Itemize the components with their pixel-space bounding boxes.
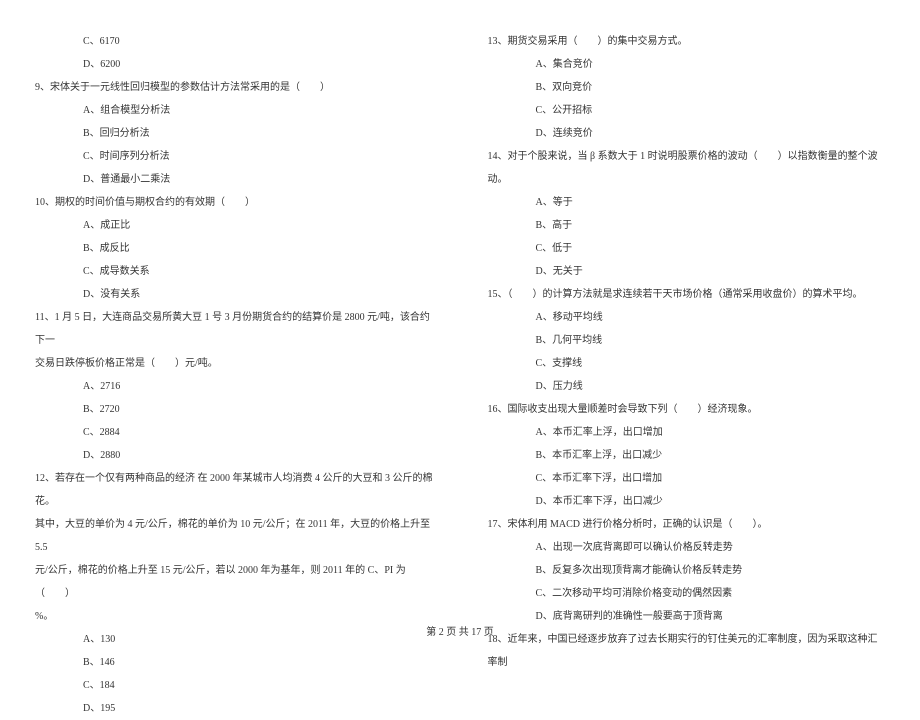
question-9: 9、宋体关于一元线性回归模型的参数估计方法常采用的是（ ） [35,76,433,99]
question-12: 12、若存在一个仅有两种商品的经济 在 2000 年某城市人均消费 4 公斤的大… [35,467,433,513]
q14-option-a: A、等于 [488,191,886,214]
q11-option-a: A、2716 [35,375,433,398]
q11-option-b: B、2720 [35,398,433,421]
q13-option-d: D、连续竞价 [488,122,886,145]
q12-option-d: D、195 [35,697,433,720]
question-14: 14、对于个股来说，当 β 系数大于 1 时说明股票价格的波动（ ）以指数衡量的… [488,145,886,191]
q10-option-c: C、成导数关系 [35,260,433,283]
q8-option-d: D、6200 [35,53,433,76]
q16-option-d: D、本币汇率下浮，出口减少 [488,490,886,513]
q9-option-c: C、时间序列分析法 [35,145,433,168]
q11-option-d: D、2880 [35,444,433,467]
q15-option-b: B、几何平均线 [488,329,886,352]
q16-option-b: B、本币汇率上浮，出口减少 [488,444,886,467]
q13-option-a: A、集合竞价 [488,53,886,76]
question-10: 10、期权的时间价值与期权合约的有效期（ ） [35,191,433,214]
question-15: 15、（ ）的计算方法就是求连续若干天市场价格（通常采用收盘价）的算术平均。 [488,283,886,306]
q15-option-c: C、支撑线 [488,352,886,375]
question-13: 13、期货交易采用（ ）的集中交易方式。 [488,30,886,53]
q17-option-a: A、出现一次底背离即可以确认价格反转走势 [488,536,886,559]
left-column: C、6170 D、6200 9、宋体关于一元线性回归模型的参数估计方法常采用的是… [35,30,433,610]
q16-option-a: A、本币汇率上浮，出口增加 [488,421,886,444]
q10-option-a: A、成正比 [35,214,433,237]
question-17: 17、宋体利用 MACD 进行价格分析时，正确的认识是（ ）。 [488,513,886,536]
q11-option-c: C、2884 [35,421,433,444]
q12-option-c: C、184 [35,674,433,697]
q15-option-a: A、移动平均线 [488,306,886,329]
question-12-cont2: 元/公斤，棉花的价格上升至 15 元/公斤，若以 2000 年为基年，则 201… [35,559,433,605]
right-column: 13、期货交易采用（ ）的集中交易方式。 A、集合竞价 B、双向竞价 C、公开招… [488,30,886,610]
q17-option-b: B、反复多次出现顶背离才能确认价格反转走势 [488,559,886,582]
q8-option-c: C、6170 [35,30,433,53]
q10-option-b: B、成反比 [35,237,433,260]
q14-option-b: B、高于 [488,214,886,237]
question-11: 11、1 月 5 日，大连商品交易所黄大豆 1 号 3 月份期货合约的结算价是 … [35,306,433,352]
q13-option-b: B、双向竞价 [488,76,886,99]
q17-option-c: C、二次移动平均可消除价格变动的偶然因素 [488,582,886,605]
question-16: 16、国际收支出现大量顺差时会导致下列（ ）经济现象。 [488,398,886,421]
q15-option-d: D、压力线 [488,375,886,398]
q12-option-b: B、146 [35,651,433,674]
q14-option-c: C、低于 [488,237,886,260]
question-11-cont: 交易日跌停板价格正常是（ ）元/吨。 [35,352,433,375]
page-footer: 第 2 页 共 17 页 [0,623,920,638]
q16-option-c: C、本币汇率下浮，出口增加 [488,467,886,490]
q9-option-d: D、普通最小二乘法 [35,168,433,191]
question-12-cont1: 其中，大豆的单价为 4 元/公斤，棉花的单价为 10 元/公斤；在 2011 年… [35,513,433,559]
q9-option-a: A、组合模型分析法 [35,99,433,122]
q14-option-d: D、无关于 [488,260,886,283]
q13-option-c: C、公开招标 [488,99,886,122]
q9-option-b: B、回归分析法 [35,122,433,145]
q10-option-d: D、没有关系 [35,283,433,306]
